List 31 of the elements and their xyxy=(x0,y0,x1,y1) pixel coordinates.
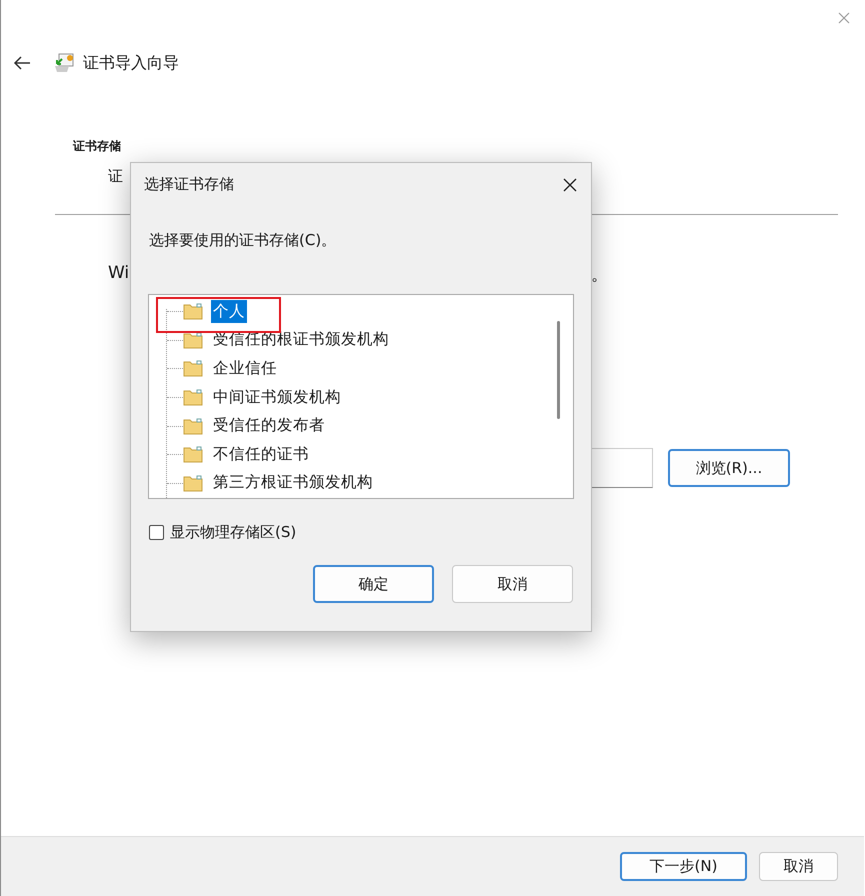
back-arrow-icon[interactable] xyxy=(13,56,31,70)
browse-button[interactable]: 浏览(R)... xyxy=(668,449,790,487)
cancel-button[interactable]: 取消 xyxy=(452,565,573,603)
folder-icon xyxy=(183,474,203,492)
cancel-button[interactable]: 取消 xyxy=(759,852,838,881)
ok-button[interactable]: 确定 xyxy=(313,565,434,603)
body-text: Wi xyxy=(108,263,130,285)
folder-icon xyxy=(183,416,203,435)
checkbox[interactable] xyxy=(149,525,164,540)
checkbox-label[interactable]: 显示物理存储区(S) xyxy=(170,523,296,542)
store-item[interactable]: 不信任的证书 xyxy=(211,442,311,466)
folder-icon xyxy=(183,330,203,349)
store-item[interactable]: 第三方根证书颁发机构 xyxy=(211,471,375,494)
store-item[interactable]: 中间证书颁发机构 xyxy=(211,386,343,409)
folder-icon xyxy=(183,445,203,464)
wizard-title: 证书导入向导 xyxy=(83,52,179,74)
folder-icon xyxy=(183,388,203,406)
next-button[interactable]: 下一步(N) xyxy=(620,852,747,881)
folder-icon xyxy=(183,302,203,320)
body-text: 。 xyxy=(591,264,608,286)
store-item[interactable]: 受信任的发布者 xyxy=(211,414,327,438)
store-item[interactable]: 企业信任 xyxy=(211,356,279,380)
close-icon[interactable] xyxy=(563,178,577,192)
certificate-icon xyxy=(53,52,75,74)
scrollbar-thumb[interactable] xyxy=(557,321,560,419)
section-subtitle: 证 xyxy=(108,167,123,186)
dialog-title: 选择证书存储 xyxy=(144,175,234,194)
section-heading: 证书存储 xyxy=(73,138,122,155)
prompt-text: 选择要使用的证书存储(C)。 xyxy=(149,231,338,250)
store-item[interactable]: 个人 xyxy=(211,300,247,323)
folder-icon xyxy=(183,359,203,378)
